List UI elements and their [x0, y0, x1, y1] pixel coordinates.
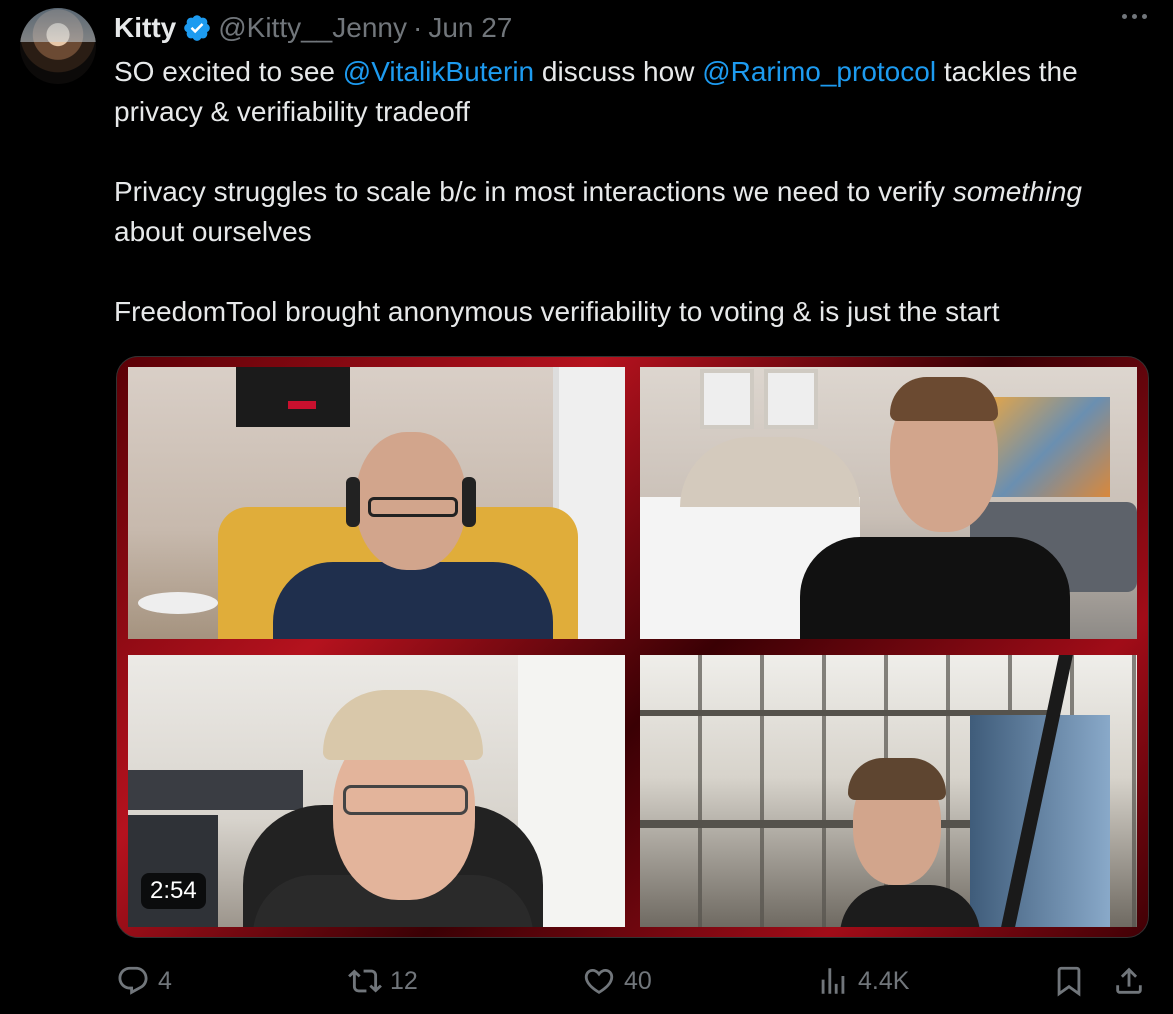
- tweet-paragraph-1: SO excited to see @VitalikButerin discus…: [114, 56, 1078, 127]
- video-tile-top-right: [640, 367, 1137, 639]
- share-button[interactable]: [1112, 964, 1146, 998]
- avatar[interactable]: [20, 8, 96, 84]
- share-icon: [1116, 967, 1142, 994]
- author-name[interactable]: Kitty: [114, 12, 176, 44]
- repost-icon: [348, 969, 382, 993]
- reply-count: 4: [158, 966, 172, 995]
- mention-link[interactable]: @Rarimo_protocol: [702, 56, 936, 87]
- action-bar: 4 12 40 4.4K: [116, 964, 1156, 1004]
- tweet-date[interactable]: Jun 27: [428, 12, 512, 44]
- tweet-header: Kitty @Kitty__Jenny · Jun 27: [114, 10, 512, 46]
- author-handle[interactable]: @Kitty__Jenny: [218, 12, 407, 44]
- video-duration: 2:54: [141, 873, 206, 909]
- bookmark-button[interactable]: [1052, 964, 1086, 998]
- bookmark-icon: [1057, 966, 1081, 997]
- tweet-paragraph-3: FreedomTool brought anonymous verifiabil…: [114, 296, 1000, 327]
- repost-button[interactable]: 12: [348, 964, 418, 998]
- repost-count: 12: [390, 966, 418, 995]
- separator: ·: [412, 12, 423, 43]
- views-chart-icon: [821, 968, 845, 994]
- like-button[interactable]: 40: [582, 964, 652, 998]
- reply-button[interactable]: 4: [116, 964, 172, 998]
- more-options-icon[interactable]: [1122, 14, 1147, 19]
- verified-badge-icon[interactable]: [182, 13, 212, 43]
- heart-icon: [584, 968, 614, 994]
- views-button[interactable]: 4.4K: [816, 964, 909, 998]
- tweet[interactable]: Kitty @Kitty__Jenny · Jun 27 SO excited …: [0, 0, 1173, 1014]
- reply-icon: [118, 966, 148, 995]
- tweet-text: SO excited to see @VitalikButerin discus…: [114, 52, 1144, 332]
- mention-link[interactable]: @VitalikButerin: [343, 56, 534, 87]
- view-count: 4.4K: [858, 966, 910, 995]
- video-player[interactable]: 2:54: [116, 356, 1149, 938]
- video-tile-bottom-right: [640, 655, 1137, 927]
- video-tile-top-left: [128, 367, 625, 639]
- like-count: 40: [624, 966, 652, 995]
- tweet-paragraph-2: Privacy struggles to scale b/c in most i…: [114, 176, 1082, 247]
